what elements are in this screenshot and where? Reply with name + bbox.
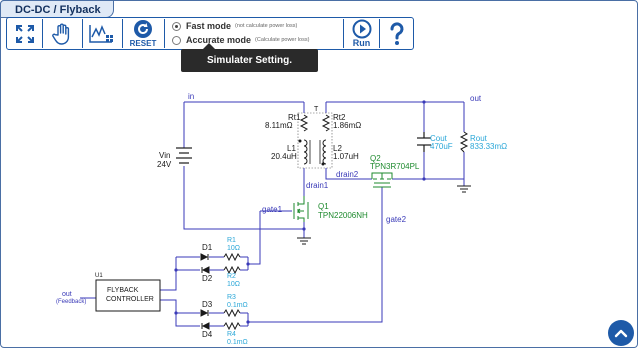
fit-view-button[interactable] [9, 19, 40, 48]
run-label: Run [352, 38, 371, 48]
hand-icon [52, 23, 70, 45]
fast-mode-option[interactable]: Fast mode (not calculate power loss) [172, 21, 297, 31]
accurate-mode-note: (Calculate power loss) [255, 37, 310, 43]
toolbar-separator [164, 19, 165, 48]
toolbar-separator [42, 19, 43, 48]
toolbar-separator [122, 19, 123, 48]
toolbar-separator [343, 19, 344, 48]
chevron-up-icon [614, 329, 628, 338]
run-button[interactable]: Run [345, 19, 378, 48]
fast-mode-label: Fast mode [186, 21, 232, 31]
window-title: DC-DC / Flyback [0, 0, 114, 18]
accurate-mode-label: Accurate mode [186, 35, 252, 45]
accurate-mode-option[interactable]: Accurate mode (Calculate power loss) [172, 35, 309, 45]
scroll-to-top-button[interactable] [608, 320, 634, 346]
reset-label: RESET [129, 39, 157, 48]
play-icon [352, 19, 371, 39]
reset-button[interactable]: RESET [124, 19, 162, 48]
waveform-button[interactable] [84, 19, 120, 48]
waveform-icon [89, 24, 113, 43]
accurate-mode-radio[interactable] [172, 35, 181, 45]
reset-icon [134, 20, 152, 38]
help-button[interactable] [381, 19, 412, 48]
page-frame [0, 0, 638, 348]
app-root: Vin 24V in T Rt1 8.11mΩ Rt2 1.86mΩ L1 20… [0, 0, 640, 350]
fast-mode-note: (not calculate power loss) [235, 23, 298, 29]
fast-mode-radio[interactable] [172, 21, 181, 31]
question-mark-icon [389, 21, 403, 45]
simulator-setting-tooltip: Simulater Setting. [181, 49, 318, 72]
toolbar-separator [82, 19, 83, 48]
expand-arrows-icon [15, 24, 34, 43]
simulation-mode-panel: Fast mode (not calculate power loss) Acc… [166, 18, 342, 49]
pan-button[interactable] [44, 19, 80, 48]
toolbar-separator [379, 19, 380, 48]
